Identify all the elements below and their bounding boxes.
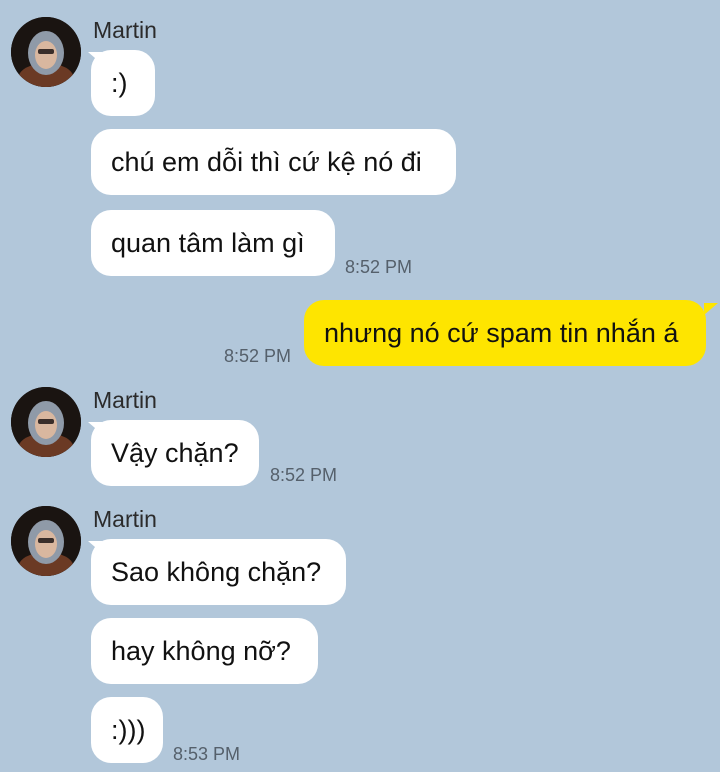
avatar[interactable] <box>11 17 81 87</box>
message-timestamp: 8:53 PM <box>173 744 241 764</box>
message-timestamp: 8:52 PM <box>270 465 338 485</box>
message-bubble[interactable]: Sao không chặn? <box>91 539 346 605</box>
avatar[interactable] <box>11 387 81 457</box>
message-bubble-outgoing[interactable]: nhưng nó cứ spam tin nhắn á <box>304 300 706 366</box>
avatar-photo-icon <box>11 506 81 576</box>
avatar[interactable] <box>11 506 81 576</box>
sender-name: Martin <box>93 17 157 43</box>
avatar-photo-icon <box>11 387 81 457</box>
message-bubble[interactable]: quan tâm làm gì <box>91 210 335 276</box>
message-timestamp: 8:52 PM <box>224 346 292 366</box>
avatar-photo-icon <box>11 17 81 87</box>
message-bubble[interactable]: chú em dỗi thì cứ kệ nó đi <box>91 129 456 195</box>
message-bubble[interactable]: Vậy chặn? <box>91 420 259 486</box>
sender-name: Martin <box>93 506 157 532</box>
sender-name: Martin <box>93 387 157 413</box>
message-bubble[interactable]: hay không nỡ? <box>91 618 318 684</box>
message-bubble[interactable]: :))) <box>91 697 163 763</box>
message-timestamp: 8:52 PM <box>345 257 413 277</box>
message-bubble[interactable]: :) <box>91 50 155 116</box>
bubble-tail <box>704 303 718 315</box>
